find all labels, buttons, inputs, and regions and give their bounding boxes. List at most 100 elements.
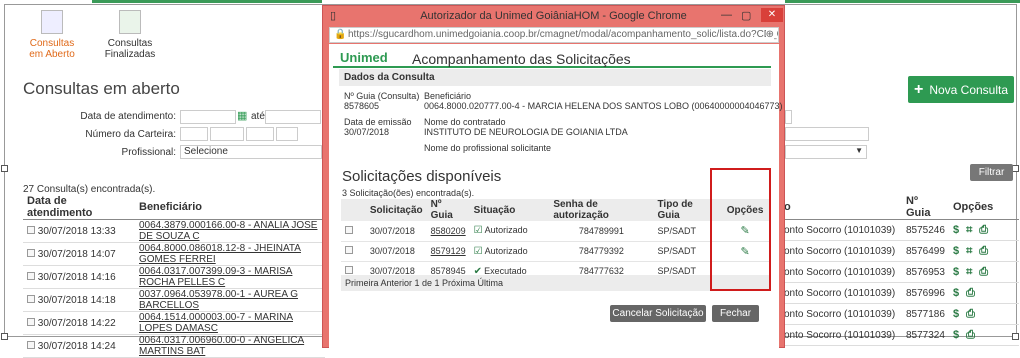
beneficiario-link[interactable]: 0064.0317.006960.00-0 - ANGELICA MARTINS…	[139, 335, 304, 357]
guia-cell: 8576499	[902, 240, 949, 262]
row-checkbox[interactable]	[345, 246, 353, 254]
resize-handle[interactable]	[1012, 165, 1019, 172]
dollar-icon[interactable]: $	[953, 266, 959, 278]
table-row[interactable]: 30/07/2018 14:24 0064.0317.006960.00-0 - …	[23, 334, 325, 358]
resize-handle[interactable]	[1, 333, 8, 340]
results-count: 27 Consulta(s) encontrada(s).	[23, 184, 156, 195]
row-checkbox[interactable]	[27, 317, 35, 326]
binoculars-icon[interactable]: ⌗	[966, 245, 972, 257]
minimize-button[interactable]: —	[721, 9, 732, 21]
col-header: Opções	[948, 195, 1019, 220]
check-icon: ☑	[473, 225, 483, 237]
binoculars-icon[interactable]: ⌗	[966, 266, 972, 278]
table-row[interactable]: 30/07/2018 13:33 0064.3879.000166.00-8 - …	[23, 219, 325, 243]
col-header: Nº Guia	[426, 199, 470, 221]
guia-value: 8578605	[344, 101, 380, 111]
print-icon[interactable]: ⎙	[966, 287, 975, 299]
row-checkbox[interactable]	[27, 294, 35, 303]
filtrar-button[interactable]: Filtrar	[970, 164, 1013, 181]
date-from-input[interactable]	[180, 110, 236, 124]
senha: 784789991	[549, 221, 654, 242]
profissional-select-arrow[interactable]: ▼	[785, 145, 867, 159]
row-checkbox[interactable]	[27, 225, 35, 234]
guia-cell: 8577324	[902, 324, 949, 346]
table-row: onto Socorro (10101039) 8575246 $ ⌗ ⎙	[780, 219, 1019, 241]
ate-label: até	[251, 111, 265, 122]
solicitacoes-title: Solicitações disponíveis	[342, 168, 502, 185]
situacao: Executado	[484, 265, 527, 276]
row-date: 30/07/2018 14:18	[37, 294, 116, 306]
solicitante-label: Nome do profissional solicitante	[424, 143, 552, 153]
print-icon[interactable]: ⎙	[966, 329, 975, 341]
col-header: Data de atendimento	[23, 195, 135, 220]
table-row[interactable]: 30/07/2018 14:16 0064.0317.007399.09-3 - …	[23, 265, 325, 289]
row-checkbox[interactable]	[345, 266, 353, 274]
guia-cell: 8575246	[902, 219, 949, 241]
local-cell: onto Socorro (10101039)	[780, 282, 902, 304]
print-icon[interactable]: ⎙	[979, 245, 988, 257]
nav-consultas-finalizadas[interactable]: Consultas Finalizadas	[100, 10, 160, 60]
guia-cell: 8577186	[902, 303, 949, 325]
dollar-icon[interactable]: $	[953, 329, 959, 341]
profissional-select[interactable]: Selecione	[180, 145, 322, 159]
solicitacoes-table: Solicitação Nº Guia Situação Senha de au…	[341, 199, 771, 282]
calendar-icon[interactable]: ▦	[237, 109, 247, 122]
dollar-icon[interactable]: $	[953, 245, 959, 257]
carteira-input-4[interactable]	[276, 127, 298, 141]
date-to-input[interactable]	[265, 110, 321, 124]
page-title: Consultas em aberto	[23, 79, 180, 98]
nav-consultas-aberto[interactable]: Consultas em Aberto	[22, 10, 82, 60]
pagination[interactable]: Primeira Anterior 1 de 1 Próxima Última	[341, 275, 771, 291]
close-window-button[interactable]: ✕	[761, 8, 783, 22]
print-icon[interactable]: ⎙	[979, 224, 988, 236]
cancelar-solicitacao-button[interactable]: Cancelar Solicitação	[610, 305, 706, 322]
beneficiario-link[interactable]: 0064.8000.086018.12-8 - JHEINATA GOMES F…	[139, 243, 301, 265]
beneficiario-link[interactable]: 0064.1514.000003.00-7 - MARINA LOPES DAM…	[139, 312, 293, 334]
fechar-button[interactable]: Fechar	[712, 305, 759, 322]
senha: 784779392	[549, 241, 654, 262]
table-row[interactable]: 30/07/2018 14:18 0037.0964.053978.00-1 - …	[23, 288, 325, 312]
table-row: 30/07/2018 8580209 ☑ Autorizado 784789991…	[341, 221, 771, 242]
print-icon[interactable]: ⎙	[966, 308, 975, 320]
top-accent	[92, 0, 322, 3]
local-cell: onto Socorro (10101039)	[780, 303, 902, 325]
dollar-icon[interactable]: $	[953, 308, 959, 320]
dollar-icon[interactable]: $	[953, 287, 959, 299]
document-list-icon	[41, 10, 63, 34]
carteira-input-2[interactable]	[210, 127, 244, 141]
table-row[interactable]: 30/07/2018 14:07 0064.8000.086018.12-8 - …	[23, 242, 325, 266]
carteira-input-1[interactable]	[180, 127, 208, 141]
local-cell: onto Socorro (10101039)	[780, 219, 902, 241]
dollar-icon[interactable]: $	[953, 224, 959, 236]
col-header: o	[780, 195, 902, 220]
nova-consulta-button[interactable]: + Nova Consulta	[908, 76, 1014, 103]
table-row[interactable]: 30/07/2018 14:22 0064.1514.000003.00-7 - …	[23, 311, 325, 335]
col-header: Beneficiário	[135, 195, 325, 220]
local-cell: onto Socorro (10101039)	[780, 261, 902, 283]
carteira-input-3[interactable]	[246, 127, 274, 141]
beneficiario-link[interactable]: 0064.3879.000166.00-8 - ANALIA JOSE DE S…	[139, 220, 317, 242]
right-filter-input[interactable]	[785, 127, 869, 141]
binoculars-icon[interactable]: ⌗	[966, 224, 972, 236]
resize-handle[interactable]	[1, 165, 8, 172]
row-checkbox[interactable]	[27, 271, 35, 280]
row-checkbox[interactable]	[345, 225, 353, 234]
beneficiario-link[interactable]: 0037.0964.053978.00-1 - AUREA G BARCELLO…	[139, 289, 298, 311]
zoom-icon[interactable]: ⊕	[765, 28, 774, 42]
print-icon[interactable]: ⎙	[979, 266, 988, 278]
highlight-box	[710, 168, 771, 291]
guia-link[interactable]: 8579129	[431, 246, 466, 256]
table-row: onto Socorro (10101039) 8576953 $ ⌗ ⎙	[780, 261, 1019, 283]
beneficiario-link[interactable]: 0064.0317.007399.09-3 - MARISA ROCHA PEL…	[139, 266, 292, 288]
guia-cell: 8576953	[902, 261, 949, 283]
right-filter-input[interactable]	[785, 110, 792, 124]
maximize-button[interactable]: ▢	[741, 9, 751, 22]
row-checkbox[interactable]	[27, 340, 35, 349]
row-date: 30/07/2018 14:07	[37, 248, 116, 260]
table-row: onto Socorro (10101039) 8576499 $ ⌗ ⎙	[780, 240, 1019, 262]
row-checkbox[interactable]	[27, 248, 35, 257]
guia-link[interactable]: 8580209	[431, 226, 466, 236]
situacao: Autorizado	[484, 245, 528, 256]
address-bar[interactable]: 🔒 https://sgucardhom.unimedgoiania.coop.b…	[329, 27, 779, 43]
nav-label: Consultas em Aberto	[29, 38, 75, 60]
